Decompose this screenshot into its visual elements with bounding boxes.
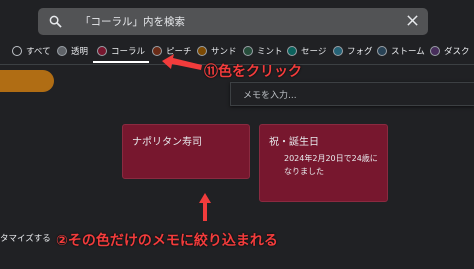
color-filter-label: すべて [26,47,51,57]
color-swatch [333,46,343,56]
callout-arrow-up-icon [199,193,211,221]
keep-color-filter-screen: 「コーラル」内を検索 すべて 透明 コーラル ピーチ サンド ミント セージ フ… [0,0,474,269]
note-title: 祝・誕生日 [269,137,319,148]
selected-filter-underline [93,61,149,63]
note-card[interactable]: 祝・誕生日 2024年2月20日で24歳になりました [259,124,388,202]
color-filter-mint[interactable]: ミント [243,44,283,58]
color-filter-all[interactable]: すべて [12,44,51,58]
note-card[interactable]: ナポリタン寿司 [122,124,250,179]
search-icon[interactable] [49,15,62,28]
annotation-step2: ②その色だけのメモに絞り込まれる [56,233,278,249]
memo-input-placeholder[interactable]: メモを入力... [243,88,297,101]
search-bar[interactable]: 「コーラル」内を検索 [38,8,428,35]
callout-arrow-left-icon [162,54,202,70]
color-filter-fog[interactable]: フォグ [333,44,373,58]
color-filter-label: フォグ [347,47,373,57]
search-query-text[interactable]: 「コーラル」内を検索 [80,14,185,29]
color-swatch [287,46,297,56]
color-filter-label: サンド [211,47,237,57]
color-filter-coral[interactable]: コーラル [97,44,145,58]
color-swatch [57,46,67,56]
annotation-step1: ⑪色をクリック [204,64,302,80]
note-title: ナポリタン寿司 [132,137,202,148]
color-swatch [97,46,107,56]
color-filter-row: すべて 透明 コーラル ピーチ サンド ミント セージ フォグ ストーム ダスク [0,42,474,60]
color-filter-label: ストーム [391,47,425,57]
sidebar-item-highlight[interactable] [0,70,54,92]
color-swatch [430,46,440,56]
color-swatch [377,46,387,56]
note-body: 2024年2月20日で24歳になりました [284,154,378,176]
color-filter-label: ダスク [444,47,470,57]
color-filter-default[interactable]: 透明 [57,44,88,58]
color-filter-storm[interactable]: ストーム [377,44,425,58]
color-filter-label: セージ [301,47,327,57]
color-filter-dusk[interactable]: ダスク [430,44,470,58]
color-filter-sage[interactable]: セージ [287,44,326,58]
close-icon[interactable] [406,14,419,27]
color-swatch [243,46,253,56]
color-swatch [12,46,22,56]
color-filter-label: 透明 [71,47,89,57]
memo-input[interactable]: メモを入力... [230,82,474,106]
sidebar-customize-label[interactable]: タマイズする [0,232,51,244]
color-filter-label: コーラル [111,47,146,57]
color-filter-label: ミント [257,47,283,57]
